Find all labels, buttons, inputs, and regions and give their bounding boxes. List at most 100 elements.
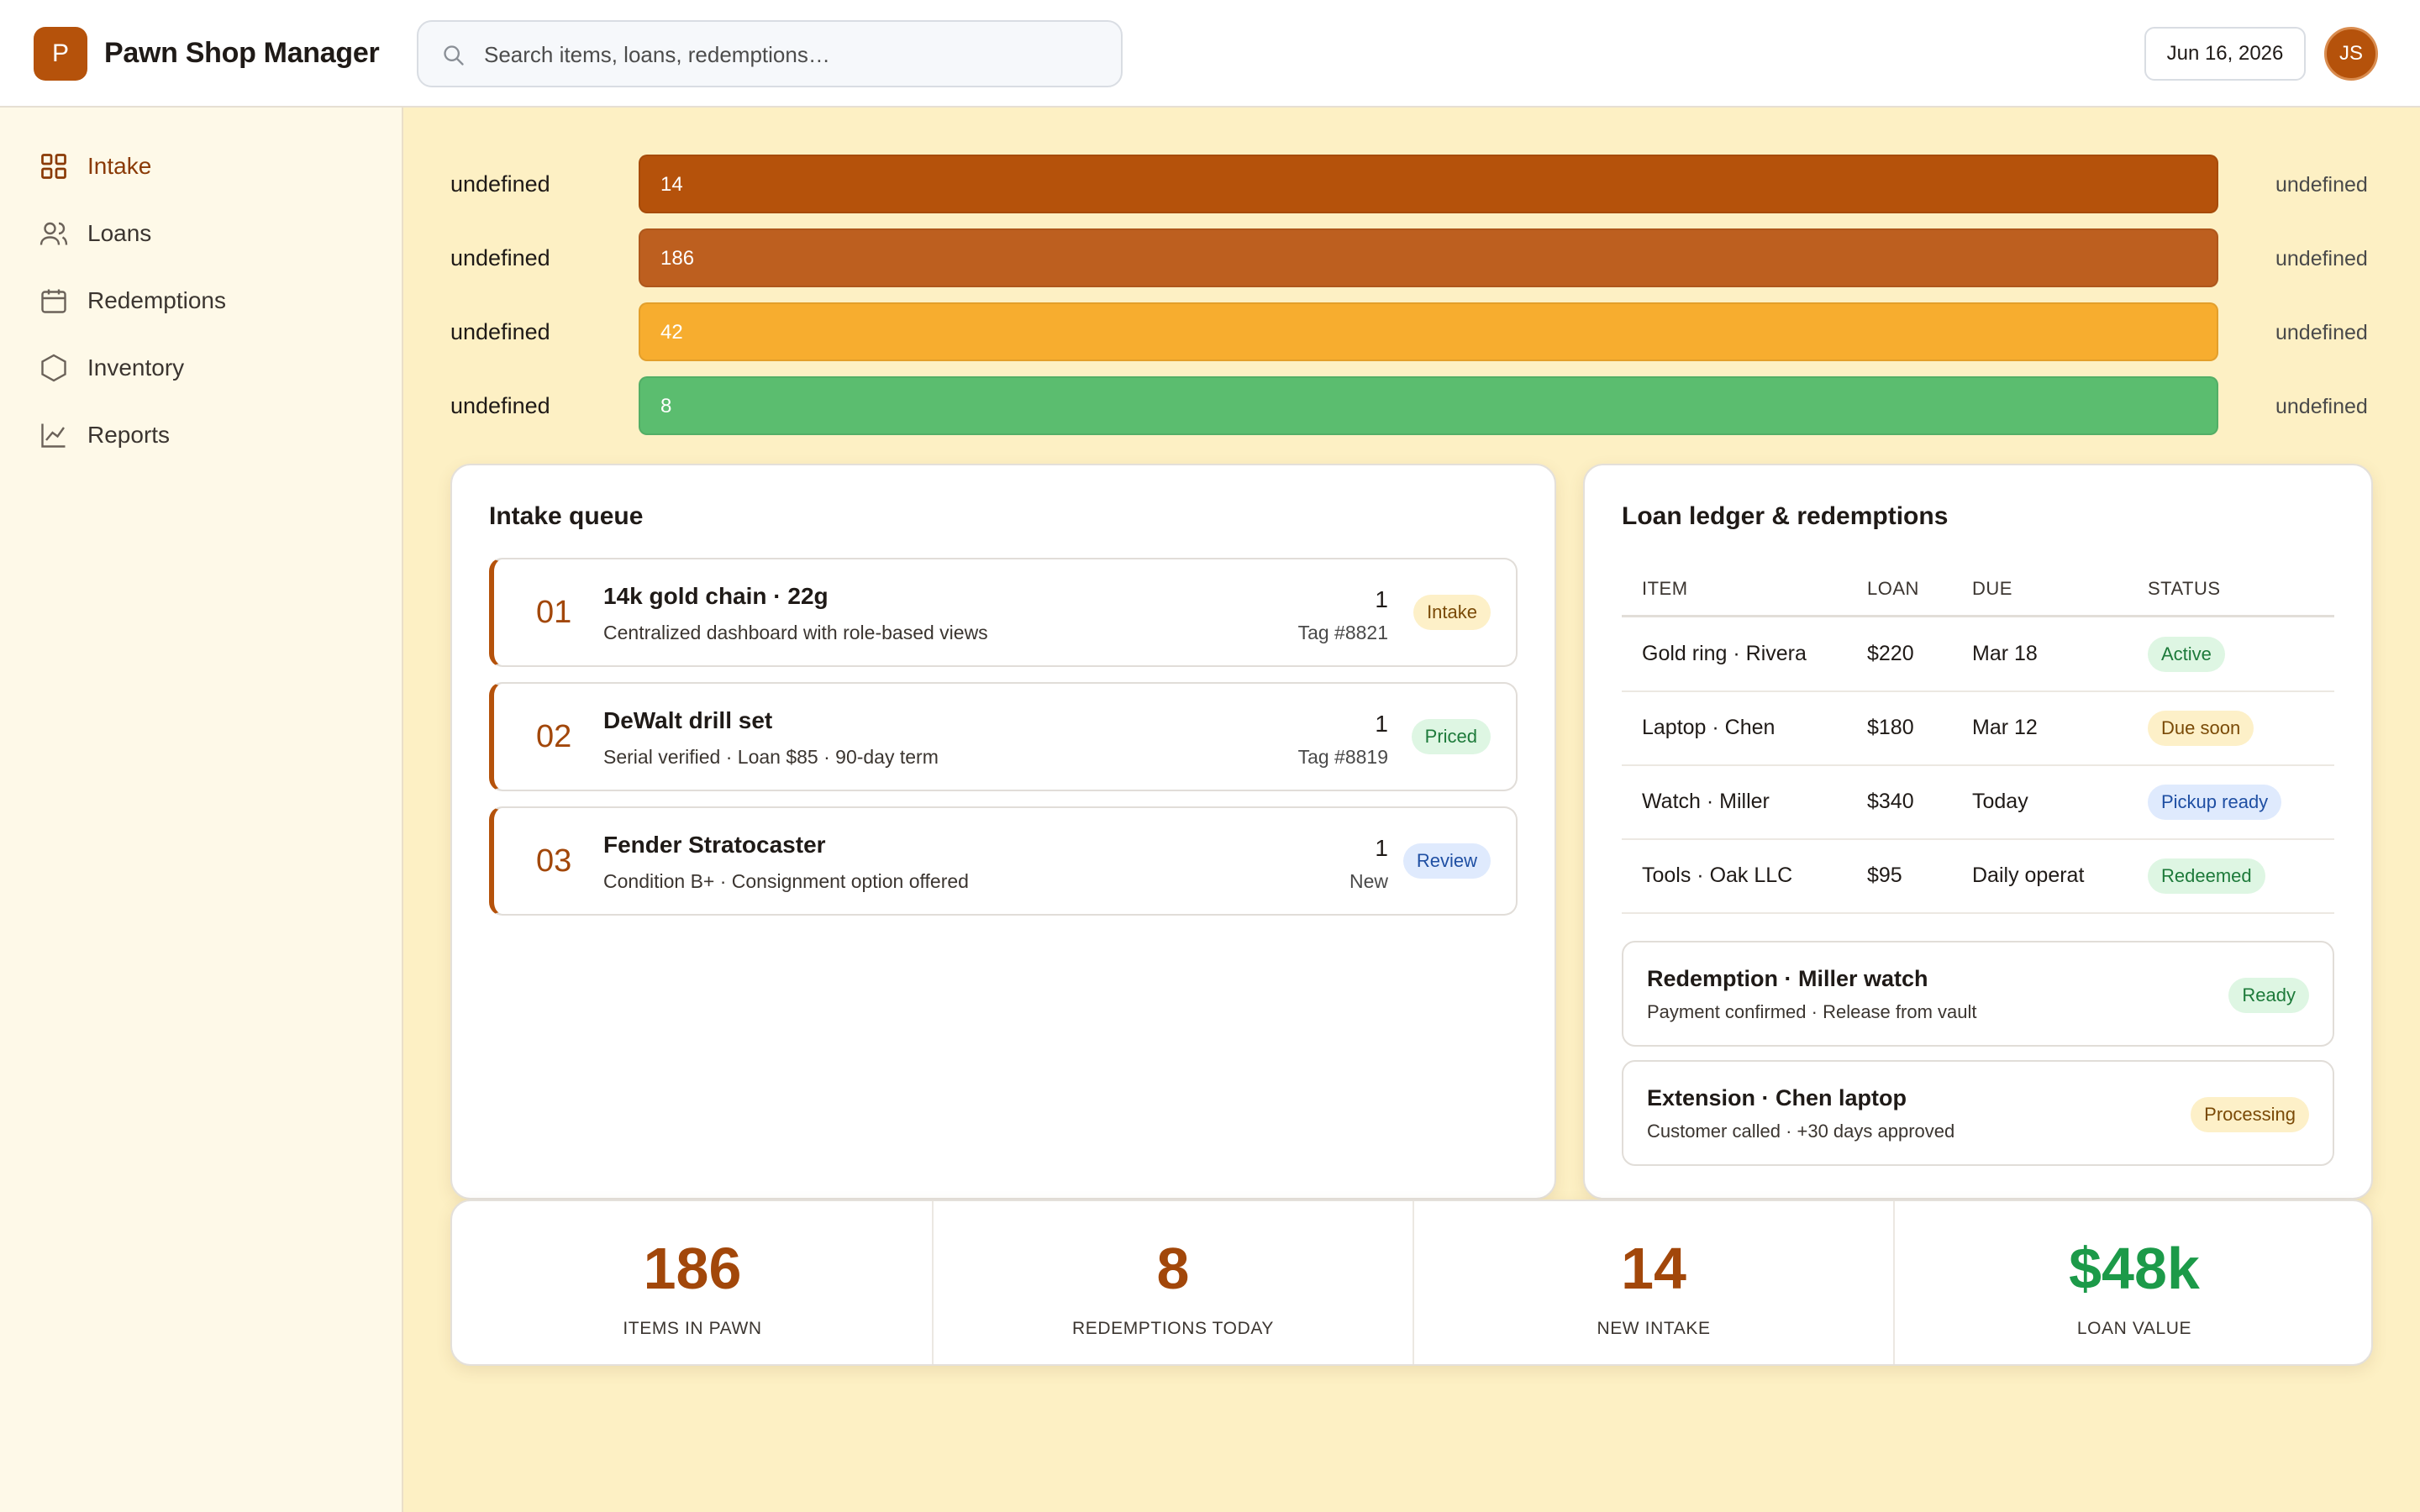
status-badge: Processing — [2191, 1097, 2309, 1132]
queue-number: 02 — [536, 719, 572, 754]
queue-subtitle: Condition B+ · Consignment option offere… — [603, 870, 969, 892]
queue-item[interactable]: 02 DeWalt drill set Serial verified · Lo… — [489, 682, 1518, 791]
bar-label: undefined — [450, 171, 550, 197]
sidebar-item-label: Redemptions — [87, 287, 226, 313]
calendar-icon — [41, 289, 66, 313]
status-badge: Review — [1402, 843, 1491, 879]
progress-bar: 8 — [639, 376, 2218, 435]
search-input[interactable]: Search items, loans, redemptions… — [417, 20, 1123, 87]
queue-tag: New — [1349, 870, 1388, 892]
bar-label: undefined — [450, 319, 550, 344]
queue-number: 03 — [536, 843, 572, 879]
cell-item: Laptop · Chen — [1642, 716, 1776, 739]
progress-bar: 14 — [639, 155, 2218, 213]
status-badge: Intake — [1413, 595, 1491, 630]
stat-value: 186 — [643, 1236, 742, 1301]
row-divider — [1622, 690, 2334, 692]
queue-number: 01 — [536, 595, 572, 630]
grid-icon — [41, 154, 66, 179]
bar-label: undefined — [450, 393, 550, 418]
hexagon-icon — [41, 354, 66, 382]
sidebar-item-reports[interactable]: Reports — [39, 410, 375, 460]
column-header-item: ITEM — [1642, 578, 1688, 599]
intake-queue-card: Intake queue 01 14k gold chain · 22g Cen… — [450, 464, 1556, 1200]
status-badge: Due soon — [2148, 711, 2254, 746]
chart-icon — [41, 423, 66, 448]
queue-subtitle: Centralized dashboard with role-based vi… — [603, 622, 988, 643]
column-header-due: DUE — [1972, 578, 2012, 599]
bar-value: 42 — [660, 321, 683, 344]
bar-value: 186 — [660, 247, 695, 270]
status-badge: Active — [2148, 637, 2225, 672]
cell-due: Mar 12 — [1972, 716, 2038, 739]
card-title: Loan ledger & redemptions — [1622, 502, 1949, 530]
queue-tag: Tag #8819 — [1297, 746, 1388, 768]
status-badge: Redeemed — [2148, 858, 2265, 894]
row-divider — [1622, 764, 2334, 766]
sidebar-item-intake[interactable]: Intake — [39, 141, 375, 192]
sidebar-item-label: Reports — [87, 422, 171, 448]
action-title: Redemption · Miller watch — [1647, 966, 1928, 991]
action-subtitle: Customer called · +30 days approved — [1647, 1121, 1955, 1142]
search-placeholder: Search items, loans, redemptions… — [484, 42, 830, 67]
status-badge: Priced — [1411, 719, 1491, 754]
column-header-loan: LOAN — [1867, 578, 1919, 599]
bar-right-label: undefined — [2275, 247, 2368, 270]
redemption-card[interactable]: Redemption · Miller watch Payment confir… — [1622, 941, 2334, 1047]
top-bar: P Pawn Shop Manager Search items, loans,… — [0, 0, 2420, 108]
stat-label: REDEMPTIONS TODAY — [1071, 1319, 1275, 1338]
status-badge: Pickup ready — [2148, 785, 2282, 820]
queue-tag: Tag #8821 — [1297, 622, 1388, 643]
date-picker[interactable]: Jun 16, 2026 — [2144, 27, 2306, 81]
row-divider — [1622, 912, 2334, 914]
sidebar: Intake Loans Redemptions Inventory Repor… — [0, 108, 403, 1512]
sidebar-item-label: Loans — [87, 220, 152, 246]
table-header-divider — [1622, 615, 2334, 617]
cell-loan: $340 — [1867, 790, 1914, 813]
stat-label: NEW INTAKE — [1597, 1319, 1711, 1338]
row-divider — [1622, 838, 2334, 840]
column-header-status: STATUS — [2148, 578, 2221, 599]
cell-item: Watch · Miller — [1642, 790, 1770, 813]
queue-count: 1 — [1375, 711, 1388, 737]
card-title: Intake queue — [489, 502, 644, 530]
bar-value: 14 — [660, 173, 683, 196]
stat-new-intake: 14 NEW INTAKE — [1413, 1201, 1894, 1364]
avatar[interactable]: JS — [2324, 27, 2378, 81]
queue-title: 14k gold chain · 22g — [603, 583, 829, 609]
stat-label: LOAN VALUE — [2076, 1319, 2192, 1338]
stat-value: $48k — [2069, 1236, 2200, 1301]
sidebar-item-loans[interactable]: Loans — [39, 208, 375, 259]
bar-label: undefined — [450, 245, 550, 270]
queue-title: Fender Stratocaster — [603, 832, 826, 858]
extension-card[interactable]: Extension · Chen laptop Customer called … — [1622, 1060, 2334, 1166]
bar-right-label: undefined — [2275, 321, 2368, 344]
cell-loan: $95 — [1867, 864, 1902, 887]
app-title: Pawn Shop Manager — [104, 37, 380, 69]
queue-count: 1 — [1375, 586, 1388, 612]
queue-item[interactable]: 01 14k gold chain · 22g Centralized dash… — [489, 558, 1518, 667]
app-logo: P — [34, 27, 87, 81]
queue-item[interactable]: 03 Fender Stratocaster Condition B+ · Co… — [489, 806, 1518, 916]
stat-loan-value: $48k LOAN VALUE — [1894, 1201, 2375, 1364]
bar-right-label: undefined — [2275, 173, 2368, 197]
status-badge: Ready — [2228, 978, 2309, 1013]
sidebar-item-inventory[interactable]: Inventory — [39, 343, 375, 393]
cell-loan: $180 — [1867, 716, 1914, 739]
action-subtitle: Payment confirmed · Release from vault — [1647, 1001, 1977, 1022]
cell-loan: $220 — [1867, 642, 1914, 665]
stats-panel: 186 ITEMS IN PAWN 8 REDEMPTIONS TODAY 14… — [450, 1200, 2373, 1366]
stat-label: ITEMS IN PAWN — [623, 1319, 762, 1338]
sidebar-item-redemptions[interactable]: Redemptions — [39, 276, 375, 326]
stat-value: 14 — [1621, 1236, 1686, 1301]
cell-due: Mar 18 — [1972, 642, 2038, 665]
users-icon — [39, 222, 68, 245]
search-icon — [444, 45, 464, 66]
sidebar-item-label: Inventory — [87, 354, 185, 381]
progress-bar: 42 — [639, 302, 2218, 361]
queue-subtitle: Serial verified · Loan $85 · 90-day term — [603, 746, 939, 768]
stat-value: 8 — [1156, 1236, 1190, 1301]
stat-items-in-pawn: 186 ITEMS IN PAWN — [452, 1201, 933, 1364]
cell-due: Daily operat — [1972, 864, 2085, 887]
sidebar-item-label: Intake — [87, 153, 152, 179]
